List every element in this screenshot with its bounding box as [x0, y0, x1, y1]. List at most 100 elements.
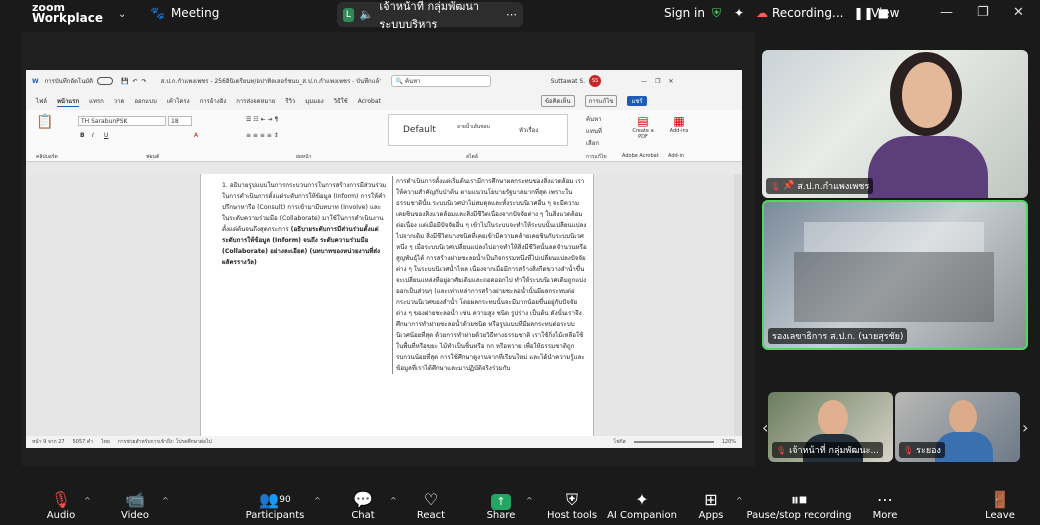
zoom-level[interactable]: 120% [722, 439, 736, 445]
gallery-next-icon[interactable]: › [1022, 418, 1028, 437]
user-avatar[interactable]: SS [589, 75, 602, 87]
video-options-caret[interactable]: ^ [162, 496, 169, 505]
redo-icon[interactable]: ↷ [142, 78, 147, 85]
pause-stop-recording-button[interactable]: ⏸⏹ Pause/stop recording [744, 490, 854, 521]
underline-button[interactable]: U [104, 132, 108, 139]
addins-button[interactable]: ▦ Add-ins [666, 114, 692, 134]
zoom-slider[interactable] [633, 441, 714, 443]
word-search-input[interactable]: 🔍 ค้นหา [390, 75, 491, 87]
user-name[interactable]: Suttawat S. [551, 78, 586, 85]
create-pdf-button[interactable]: ▤ Create a PDF [630, 114, 656, 140]
video-tile-staff[interactable]: 🎙 เจ้าหน้าที่ กลุ่มพัฒนะ... [768, 392, 893, 462]
status-language[interactable]: ไทย [101, 438, 110, 446]
meeting-menu[interactable]: 🐾 Meeting [150, 6, 219, 20]
react-button[interactable]: ♡ React [396, 490, 466, 521]
heart-icon: ♡ [423, 490, 439, 509]
style-heading[interactable]: หัวเรื่อง [519, 125, 538, 135]
video-tile-deputy-secretary[interactable]: รองเลขาธิการ ส.ป.ก. (นายสุรชัย) [762, 200, 1028, 350]
status-page[interactable]: หน้า 9 จาก 27 [32, 438, 65, 446]
chat-button[interactable]: 💬 Chat [328, 490, 398, 521]
status-focus[interactable]: โฟกัส [613, 438, 625, 446]
host-name: เจ้าหน้าที่ กลุ่มพัฒนาระบบบริหาร [379, 0, 480, 31]
tile-label: รองเลขาธิการ ส.ป.ก. (นายสุรชัย) [768, 328, 908, 344]
leave-button[interactable]: 🚪 Leave [965, 490, 1035, 521]
minimize-icon[interactable]: — [940, 5, 953, 20]
menu-view[interactable]: มุมมอง [305, 96, 323, 106]
apps-button[interactable]: ⊞ Apps [676, 490, 746, 521]
menu-home[interactable]: หน้าแรก [56, 96, 80, 107]
bold-button[interactable]: B [80, 132, 85, 139]
menu-layout[interactable]: เค้าโครง [167, 96, 190, 106]
shield-icon[interactable]: ⛨ [712, 6, 721, 21]
bullets-icon[interactable]: ☰ ☷ ⇤ ⇥ ¶ [246, 116, 278, 123]
video-button[interactable]: 📹 Video [100, 490, 170, 521]
status-accessibility[interactable]: การช่วยสำหรับการเข้าถึง: โปรดศึกษาต่อไป [118, 438, 212, 446]
close-icon[interactable]: ✕ [1013, 5, 1024, 20]
italic-button[interactable]: I [92, 132, 94, 139]
more-icon: ⋯ [877, 490, 893, 509]
find-button[interactable]: ค้นหา [586, 114, 601, 124]
apps-options-caret[interactable]: ^ [736, 496, 743, 505]
word-close-icon[interactable]: ✕ [669, 78, 674, 85]
participants-button[interactable]: 👥90 Participants [240, 490, 310, 521]
pause-stop-icon: ⏸⏹ [790, 490, 807, 509]
paste-icon[interactable]: 📋 [36, 114, 53, 130]
menu-help[interactable]: วิธีใช้ [334, 96, 348, 106]
chevron-down-icon[interactable]: ⌄ [118, 9, 126, 20]
word-status-bar: หน้า 9 จาก 27 5057 คำ ไทย การช่วยสำหรับก… [26, 436, 742, 448]
host-tag: L [343, 7, 354, 22]
menu-file[interactable]: ไฟล์ [36, 96, 47, 106]
menu-draw[interactable]: วาด [114, 96, 125, 106]
font-size-select[interactable]: 18 [168, 116, 192, 126]
menu-insert[interactable]: แทรก [89, 96, 104, 106]
undo-icon[interactable]: ↶ [133, 78, 138, 85]
editing-mode-button[interactable]: การแก้ไข [584, 95, 618, 107]
recording-indicator[interactable]: ☁ Recording... ❚❚ ■ [756, 6, 889, 20]
share-doc-button[interactable]: แชร์ [627, 96, 647, 106]
comments-button[interactable]: ข้อคิดเห็น [540, 95, 575, 107]
word-titlebar: W การบันทึกอัตโนมัติ 💾 ↶ ↷ ส.ป.ก.กำแพงเพ… [26, 70, 742, 92]
sign-in-link[interactable]: Sign in [664, 6, 705, 20]
doc-scrollbar[interactable] [734, 174, 742, 436]
table-cell-question[interactable]: 1. อธิบายรูปแบบในการกระบวนการในการสร้างก… [222, 180, 387, 268]
video-off-icon: 📹 [125, 490, 145, 509]
group-clipboard: คลิปบอร์ด [36, 154, 58, 160]
save-icon[interactable]: 💾 [121, 78, 128, 85]
more-button[interactable]: ⋯ More [850, 490, 920, 521]
menu-mailings[interactable]: การส่งจดหมาย [236, 96, 275, 106]
audio-options-caret[interactable]: ^ [84, 496, 91, 505]
autosave-toggle[interactable] [97, 77, 114, 85]
font-color-icon[interactable]: A [194, 132, 198, 139]
select-button[interactable]: เลือก [586, 138, 599, 148]
muted-mic-icon: 🎙 [770, 181, 781, 191]
replace-button[interactable]: แทนที่ [586, 126, 602, 136]
ai-companion-button[interactable]: ✦ AI Companion [607, 490, 677, 521]
ruler[interactable] [26, 162, 742, 174]
menu-design[interactable]: ออกแบบ [134, 96, 156, 106]
group-paragraph: ย่อหน้า [296, 154, 312, 160]
restore-icon[interactable]: ❐ [977, 5, 989, 20]
group-styles: สไตล์ [466, 154, 478, 160]
menu-review[interactable]: รีวิว [285, 96, 295, 106]
video-tile-rayong[interactable]: 🎙 ระยอง [895, 392, 1020, 462]
audio-button[interactable]: 🎙 Audio [26, 490, 96, 521]
menu-acrobat[interactable]: Acrobat [358, 98, 381, 105]
font-name-select[interactable]: TH SarabunPSK [78, 116, 166, 126]
host-tools-button[interactable]: ⛨ Host tools [537, 490, 607, 521]
sparkle-icon[interactable]: ✦ [734, 6, 744, 20]
word-minimize-icon[interactable]: — [641, 78, 647, 85]
align-icons[interactable]: ≡ ≡ ≡ ≡ ↕ [246, 132, 279, 139]
share-button[interactable]: ↑ Share [466, 490, 536, 521]
style-default[interactable]: Default [403, 125, 436, 135]
word-restore-icon[interactable]: ❐ [655, 78, 660, 85]
view-menu[interactable]: View [871, 6, 899, 20]
table-cell-answer[interactable]: การดำเนินการตั้งแต่เริ่มต้นเรามีการศึกษา… [392, 176, 587, 374]
status-words[interactable]: 5057 คำ [73, 438, 93, 446]
more-icon[interactable]: ⋯ [506, 8, 517, 21]
style-watermark[interactable]: ลายน้ำเส้นชอบ [457, 123, 490, 131]
share-options-caret[interactable]: ^ [526, 496, 533, 505]
menu-references[interactable]: การอ้างอิง [200, 96, 227, 106]
video-tile-kamphaeng-phet[interactable]: 🎙 📌 ส.ป.ก.กำแพงเพชร [762, 50, 1028, 198]
speaker-pill[interactable]: L 🔈 เจ้าหน้าที่ กลุ่มพัฒนาระบบบริหาร ⋯ [337, 0, 523, 31]
participants-options-caret[interactable]: ^ [314, 496, 321, 505]
